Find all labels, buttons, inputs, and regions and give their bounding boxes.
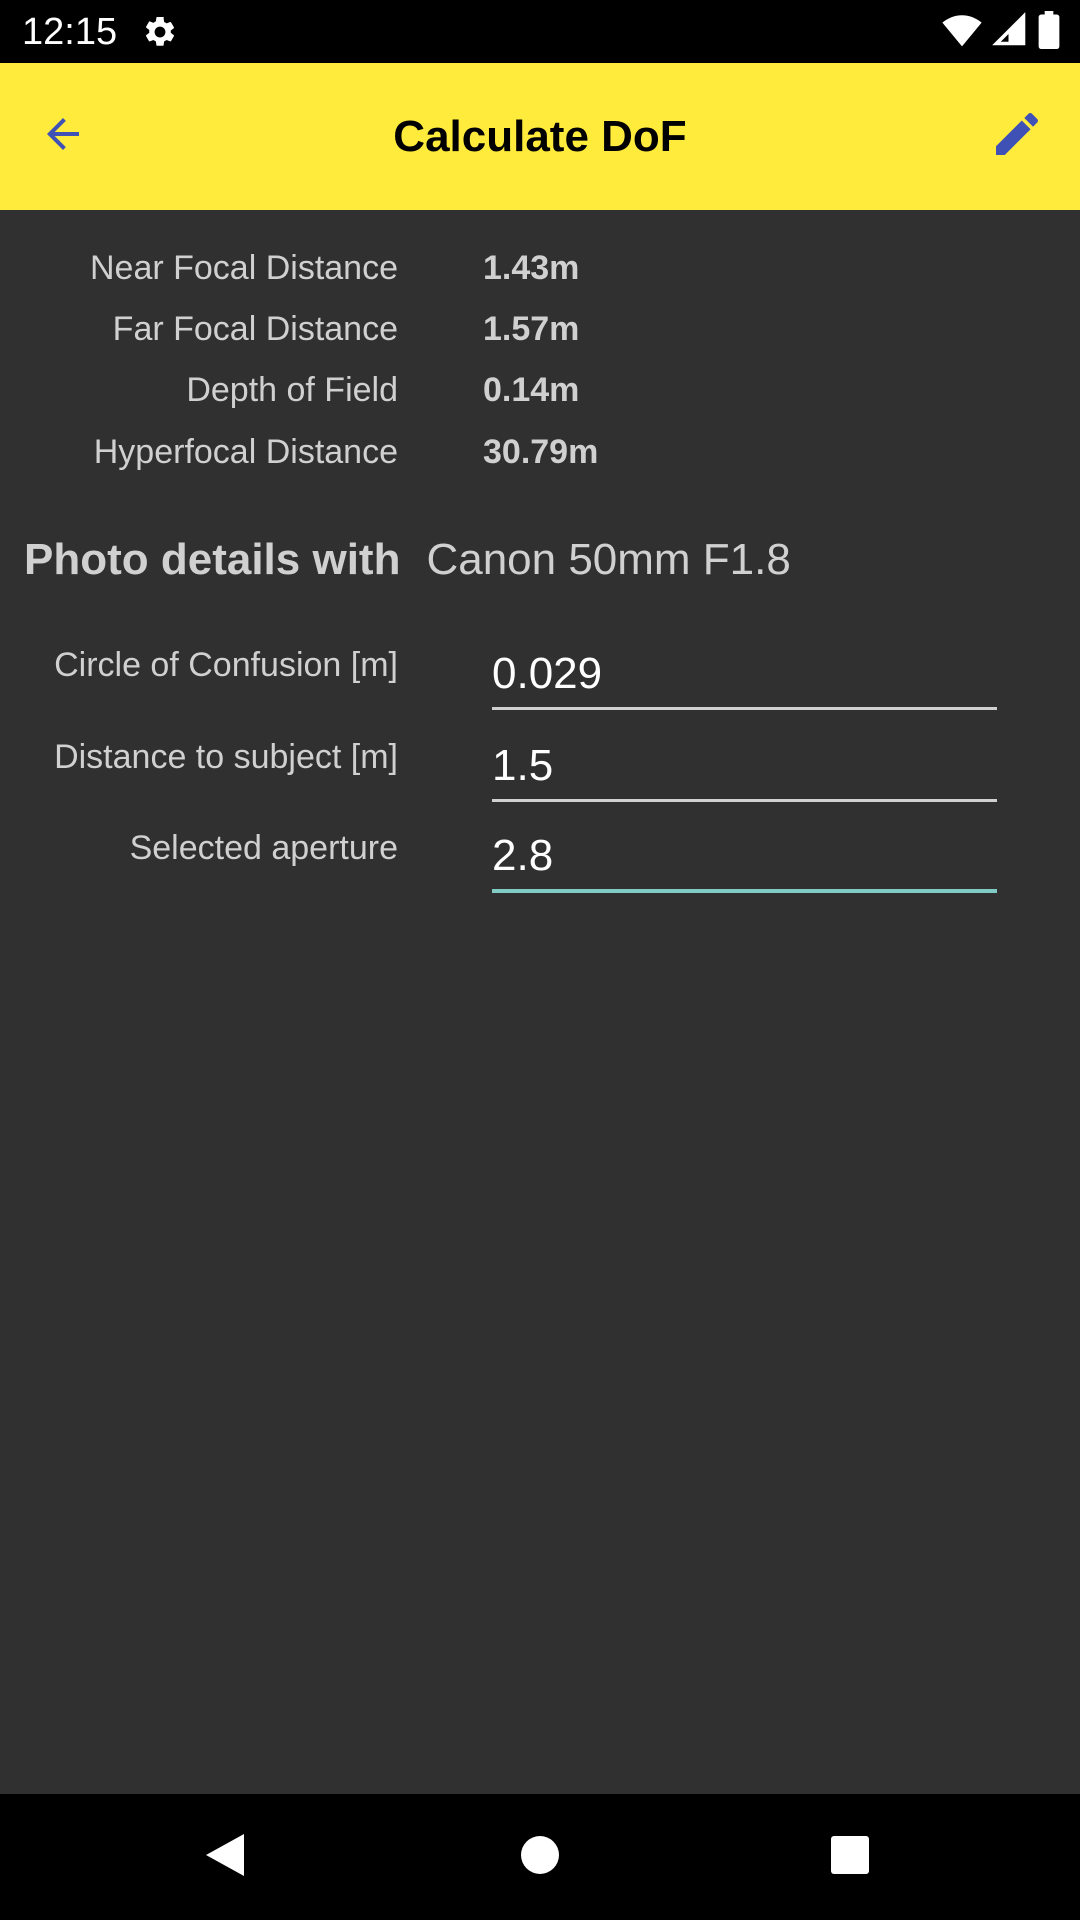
- result-value: 1.43m: [483, 249, 580, 287]
- nav-back-button[interactable]: [190, 1822, 260, 1892]
- circle-home-icon: [518, 1833, 562, 1882]
- field-row-circle-of-confusion: Circle of Confusion [m]: [0, 640, 1080, 720]
- battery-icon: [1038, 10, 1060, 54]
- field-label: Distance to subject [m]: [54, 738, 398, 776]
- settings-icon: [142, 14, 178, 50]
- result-label: Depth of Field: [186, 371, 398, 409]
- field-label: Circle of Confusion [m]: [54, 646, 398, 684]
- pencil-icon: [989, 106, 1045, 167]
- result-value: 0.14m: [483, 371, 580, 409]
- result-value: 30.79m: [483, 433, 599, 471]
- back-button[interactable]: [30, 103, 96, 169]
- cell-signal-icon: [992, 11, 1028, 53]
- content-area: Near Focal Distance 1.43m Far Focal Dist…: [0, 210, 1080, 1794]
- result-row-far-focal: Far Focal Distance 1.57m: [0, 304, 1080, 354]
- result-row-near-focal: Near Focal Distance 1.43m: [0, 243, 1080, 293]
- distance-to-subject-input[interactable]: [492, 732, 997, 802]
- arrow-back-icon: [39, 110, 87, 163]
- result-label: Near Focal Distance: [89, 249, 398, 287]
- photo-details-heading: Photo details with Canon 50mm F1.8: [24, 520, 791, 600]
- result-value: 1.57m: [483, 310, 580, 348]
- photo-details-title: Photo details with: [24, 535, 401, 584]
- app-bar: Calculate DoF: [0, 63, 1080, 210]
- triangle-back-icon: [202, 1830, 248, 1885]
- status-icons: [942, 10, 1060, 54]
- result-row-hyperfocal: Hyperfocal Distance 30.79m: [0, 427, 1080, 477]
- lens-name: Canon 50mm F1.8: [426, 535, 791, 584]
- system-nav-bar: [0, 1794, 1080, 1920]
- result-label: Far Focal Distance: [112, 310, 398, 348]
- status-time: 12:15: [22, 11, 118, 53]
- edit-button[interactable]: [984, 103, 1050, 169]
- selected-aperture-input[interactable]: [492, 823, 997, 893]
- field-row-distance-to-subject: Distance to subject [m]: [0, 732, 1080, 812]
- field-row-selected-aperture: Selected aperture: [0, 823, 1080, 903]
- nav-home-button[interactable]: [505, 1822, 575, 1892]
- square-recents-icon: [829, 1834, 871, 1881]
- wifi-icon: [942, 12, 982, 53]
- result-row-depth-of-field: Depth of Field 0.14m: [0, 365, 1080, 415]
- field-label: Selected aperture: [129, 829, 398, 867]
- page-title: Calculate DoF: [393, 111, 687, 161]
- circle-of-confusion-input[interactable]: [492, 640, 997, 710]
- status-bar: 12:15: [0, 0, 1080, 63]
- result-label: Hyperfocal Distance: [93, 433, 398, 471]
- nav-recents-button[interactable]: [815, 1822, 885, 1892]
